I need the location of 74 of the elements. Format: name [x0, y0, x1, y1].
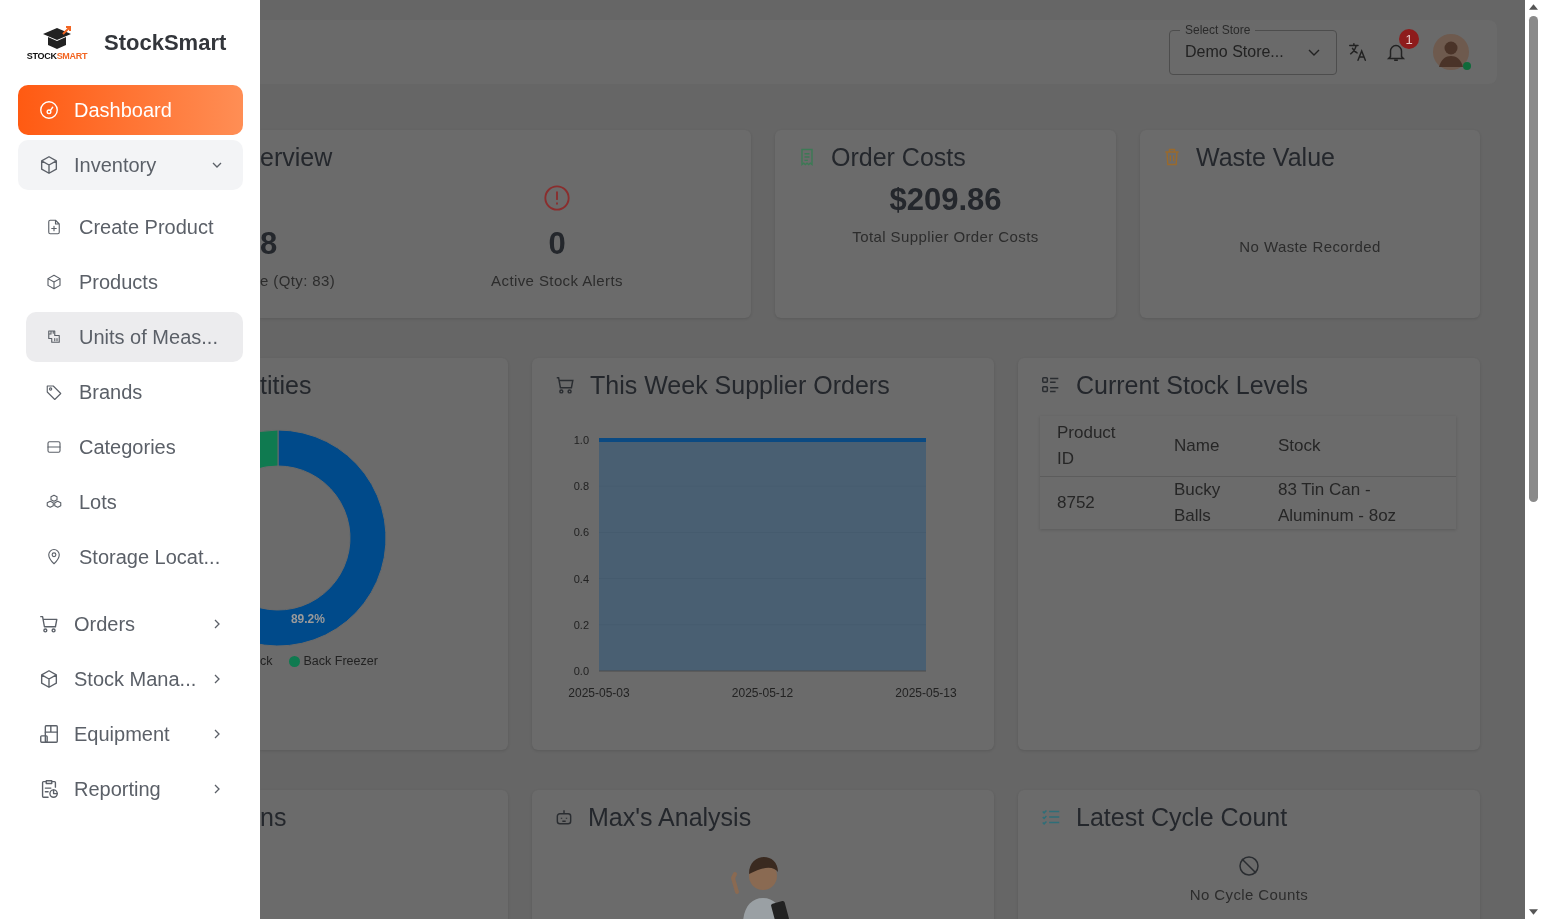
nav-item[interactable]: Equipment	[18, 709, 243, 759]
app-name: StockSmart	[104, 29, 227, 56]
stat-value: 8	[260, 226, 278, 262]
cart-icon	[554, 374, 576, 396]
axis-tick-label: 0.0	[573, 665, 589, 677]
empty-message: No Cycle Counts	[1189, 886, 1309, 903]
card-title: Order Costs	[831, 142, 966, 172]
column-header: Name	[1152, 416, 1261, 477]
scroll-down-icon[interactable]	[1528, 909, 1538, 915]
layout-icon	[38, 723, 60, 745]
boxes-icon	[45, 493, 63, 511]
nav-item[interactable]: Reporting	[18, 764, 243, 814]
column-header: Product ID	[1040, 416, 1152, 477]
card-title: Latest Cycle Count	[1076, 802, 1288, 832]
nav-subitem[interactable]: Products	[26, 257, 243, 307]
box-icon	[38, 154, 60, 176]
nav-subitem[interactable]: Lots	[26, 477, 243, 527]
nav-subitem[interactable]: Brands	[26, 367, 243, 417]
nav-item[interactable]: Inventory	[18, 140, 243, 190]
cart-icon	[38, 613, 60, 635]
legend-label: Back Freezer	[303, 654, 378, 668]
location-pin-icon	[45, 548, 63, 566]
scrollbar-thumb[interactable]	[1528, 16, 1538, 502]
avatar[interactable]	[1433, 34, 1469, 70]
translate-icon[interactable]	[1347, 41, 1369, 63]
axis-tick-label: 2025-05-13	[895, 686, 957, 700]
tag-icon	[45, 383, 63, 401]
card-title: Waste Value	[1196, 142, 1335, 172]
stat-caption: Total Supplier Order Costs	[852, 228, 1039, 245]
box-icon	[45, 273, 63, 291]
nav-subitem[interactable]: Create Product	[26, 202, 243, 252]
card-title: erview	[260, 142, 334, 172]
panel-icon	[45, 438, 63, 456]
axis-tick-label: 2025-05-03	[568, 686, 630, 700]
column-header: Stock	[1261, 416, 1456, 477]
trash-icon	[1162, 147, 1182, 167]
field-label: Select Store	[1180, 22, 1256, 37]
robot-icon	[554, 807, 574, 827]
card-title: Max's Analysis	[588, 802, 752, 832]
card-title: tities	[260, 370, 313, 400]
table-cell: Bucky Balls	[1152, 476, 1261, 529]
slashed-circle-icon	[1237, 854, 1261, 878]
logo-text: STOCKSMART	[26, 50, 88, 61]
scrollbar[interactable]	[1525, 0, 1541, 919]
axis-tick-label: 0.8	[573, 480, 589, 493]
gauge-icon	[38, 99, 60, 121]
table-cell: 8752	[1040, 476, 1152, 529]
table-cell: 83 Tin Can - Aluminum - 8oz	[1261, 476, 1456, 529]
axis-tick-label: 0.2	[573, 618, 589, 631]
ruler-icon	[45, 328, 63, 346]
nav-item[interactable]: Orders	[18, 599, 243, 649]
stat-caption: Active Stock Alerts	[491, 272, 623, 289]
alert-icon	[543, 184, 571, 212]
notification-badge: 1	[1399, 29, 1419, 49]
axis-tick-label: 1.0	[573, 434, 589, 446]
empty-message: No Waste Recorded	[1239, 238, 1381, 255]
stat-value: $209.86	[889, 182, 1002, 218]
nav-subitem[interactable]: Units of Meas...	[26, 312, 243, 362]
card-title: Current Stock Levels	[1076, 370, 1309, 400]
axis-tick-label: 2025-05-12	[731, 686, 794, 700]
nav-subitem[interactable]: Storage Locat...	[26, 532, 243, 582]
card-title: ns	[260, 802, 288, 832]
data-label: 89.2%	[290, 611, 325, 626]
axis-tick-label: 0.6	[573, 526, 589, 539]
box-icon	[38, 668, 60, 690]
legend-label: ck	[260, 654, 273, 668]
nav-item[interactable]: Stock Mana...	[18, 654, 243, 704]
scroll-up-icon[interactable]	[1528, 4, 1538, 10]
card-title: This Week Supplier Orders	[590, 370, 890, 400]
stat-caption: e (Qty: 83)	[260, 272, 336, 289]
file-plus-icon	[45, 218, 63, 236]
axis-tick-label: 0.4	[573, 572, 589, 585]
nav-subitem[interactable]: Categories	[26, 422, 243, 472]
stat-value: 0	[548, 226, 566, 262]
